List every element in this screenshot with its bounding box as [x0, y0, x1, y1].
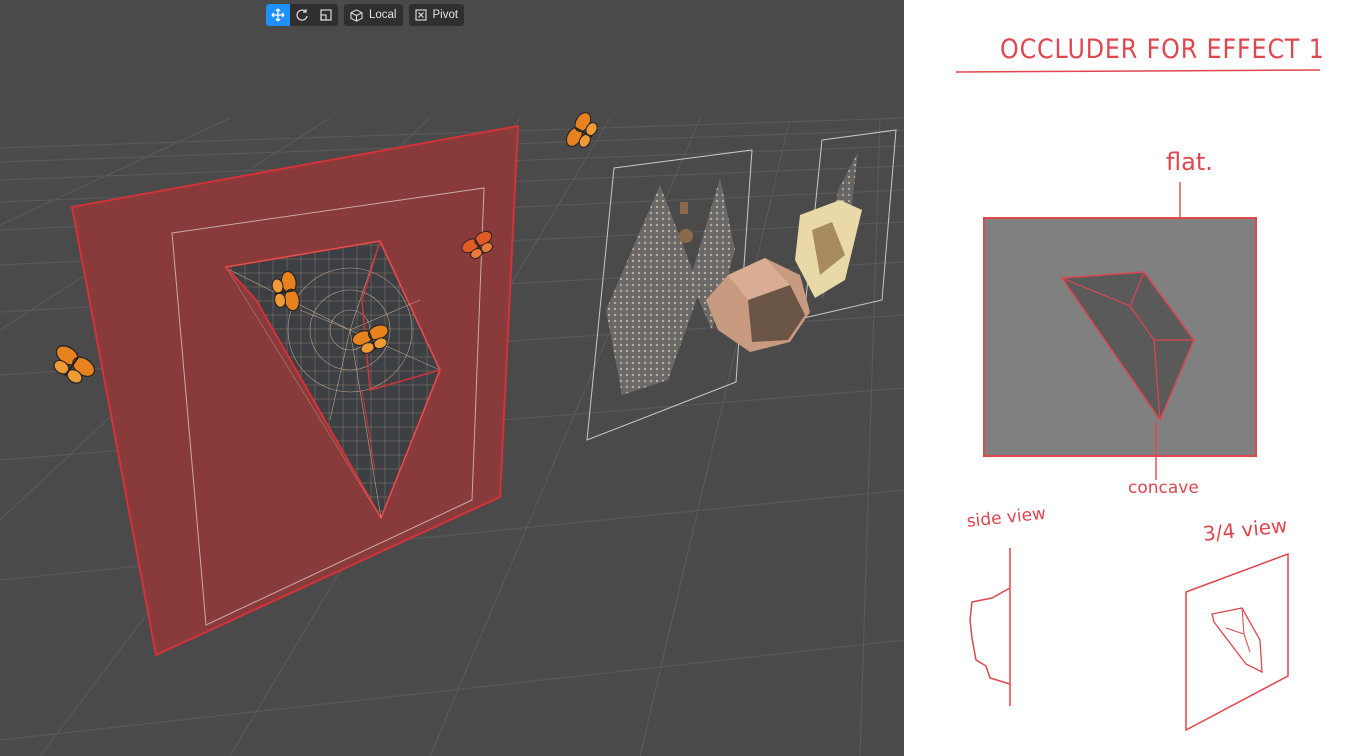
- butterfly-5[interactable]: [563, 110, 602, 154]
- label-flat: flat.: [1166, 148, 1213, 176]
- scale-tool-button[interactable]: [314, 4, 338, 26]
- scene-canvas[interactable]: [0, 0, 904, 756]
- move-tool-button[interactable]: [266, 4, 290, 26]
- pivot-icon: [414, 9, 427, 21]
- sketch-panel: OCCLUDER FOR EFFECT 1 flat. concave side…: [904, 0, 1367, 756]
- occluder-plane[interactable]: [70, 124, 520, 657]
- scale-icon: [320, 9, 332, 21]
- move-icon: [271, 8, 285, 22]
- cube-icon: [350, 8, 363, 22]
- side-view-sketch: [969, 548, 1011, 706]
- sketch-drawing: [955, 69, 1321, 732]
- sketch-title: OCCLUDER FOR EFFECT 1: [1000, 34, 1325, 65]
- transform-toolbar: Local Pivot: [266, 4, 465, 26]
- rotate-tool-button[interactable]: [290, 4, 314, 26]
- local-space-toggle[interactable]: Local: [344, 4, 403, 26]
- back-panel-right[interactable]: [795, 129, 897, 319]
- three-quarter-view-sketch: [1185, 552, 1289, 732]
- transform-tool-group: [266, 4, 338, 26]
- label-concave: concave: [1128, 478, 1199, 498]
- scene-viewport[interactable]: Local Pivot: [0, 0, 904, 756]
- pivot-label: Pivot: [432, 9, 459, 21]
- butterfly-1[interactable]: [47, 342, 99, 389]
- pivot-toggle[interactable]: Pivot: [408, 4, 465, 26]
- front-view-sketch: [983, 217, 1257, 457]
- rotate-icon: [296, 9, 308, 21]
- local-space-label: Local: [369, 9, 397, 21]
